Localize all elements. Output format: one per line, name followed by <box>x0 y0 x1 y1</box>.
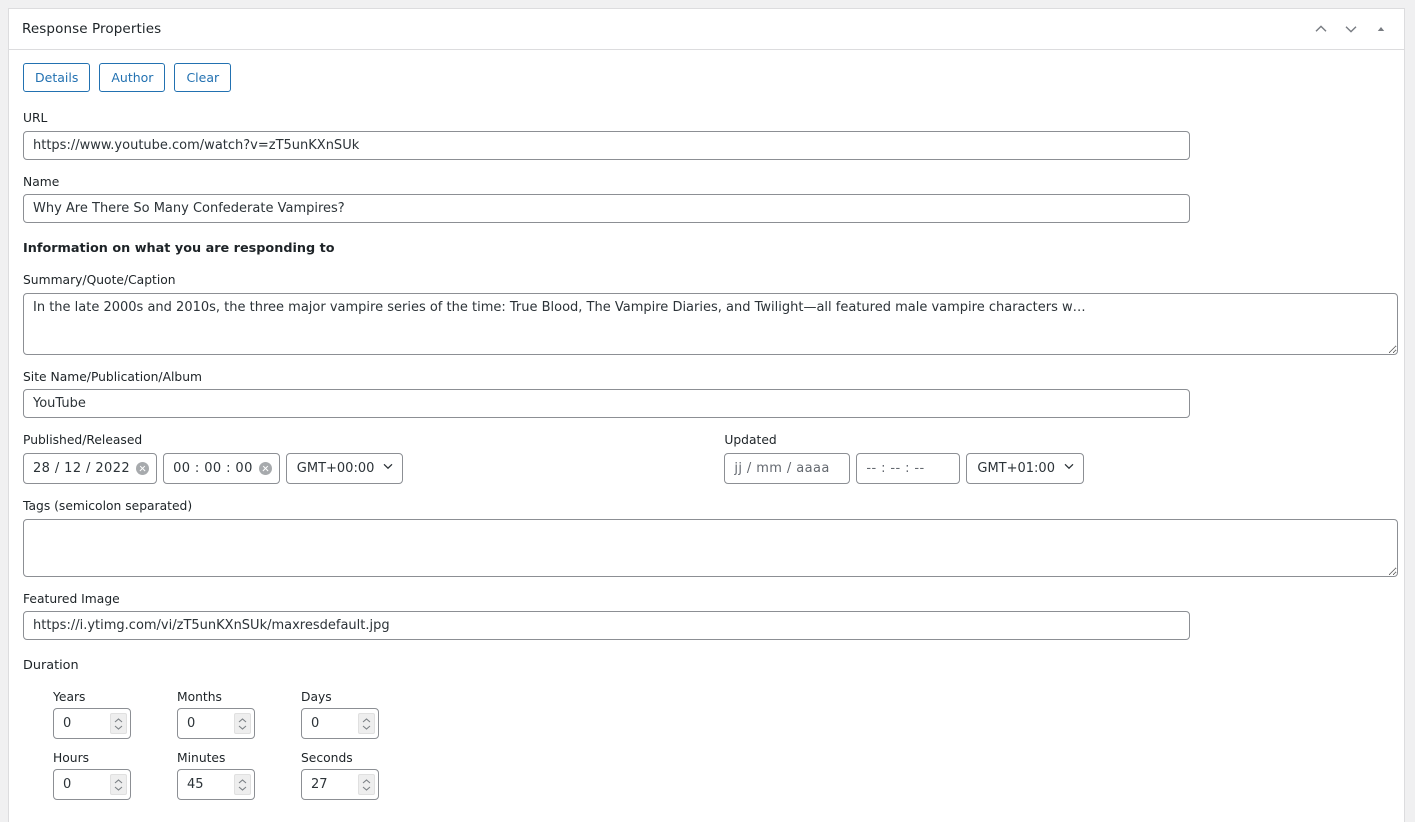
months-label: Months <box>177 690 222 705</box>
name-label: Name <box>23 174 60 189</box>
duration-hours-cell: Hours 0 <box>53 751 177 801</box>
seconds-stepper[interactable]: 27 <box>301 769 379 801</box>
chevron-down-icon <box>1343 21 1359 37</box>
collapse-triangle-icon <box>1374 22 1388 36</box>
url-input[interactable] <box>23 130 1190 160</box>
featured-image-field-group: Featured Image <box>23 591 1390 641</box>
days-spinner-arrows-icon[interactable] <box>358 713 375 735</box>
years-label: Years <box>53 690 86 705</box>
months-spinner-arrows-icon[interactable] <box>234 713 251 735</box>
summary-textarea[interactable] <box>23 292 1398 355</box>
clear-published-date-icon[interactable] <box>136 461 150 475</box>
duration-seconds-cell: Seconds 27 <box>301 751 425 801</box>
published-time-input[interactable]: 00 : 00 : 00 <box>163 452 280 484</box>
updated-label: Updated <box>724 433 777 448</box>
published-time-value: 00 : 00 : 00 <box>173 460 253 476</box>
seconds-label: Seconds <box>301 751 353 766</box>
minutes-value: 45 <box>187 777 204 793</box>
move-up-button[interactable] <box>1306 14 1336 44</box>
minutes-stepper[interactable]: 45 <box>177 769 255 801</box>
published-inputs: 28 / 12 / 2022 00 : 00 : 00 GMT+00:00 <box>23 452 404 484</box>
summary-label: Summary/Quote/Caption <box>23 273 176 288</box>
name-input[interactable] <box>23 194 1190 224</box>
summary-field-group: Summary/Quote/Caption <box>23 272 1398 355</box>
duration-row-2: Hours 0 Minutes 45 Seconds 27 <box>53 751 1390 801</box>
tags-field-group: Tags (semicolon separated) <box>23 498 1398 577</box>
updated-timezone-value: GMT+01:00 <box>977 460 1055 476</box>
published-label: Published/Released <box>23 433 143 448</box>
years-spinner-arrows-icon[interactable] <box>110 713 127 735</box>
minutes-spinner-arrows-icon[interactable] <box>234 774 251 796</box>
updated-group: Updated jj / mm / aaaa -- : -- : -- GMT+… <box>724 432 1084 484</box>
days-value: 0 <box>311 716 320 732</box>
url-label: URL <box>23 111 48 125</box>
years-stepper[interactable]: 0 <box>53 708 131 740</box>
updated-timezone-select[interactable]: GMT+01:00 <box>966 452 1084 484</box>
updated-date-value: jj / mm / aaaa <box>734 460 830 476</box>
chevron-down-icon <box>1063 460 1075 476</box>
duration-grid: Years 0 Months 0 Days 0 Hours 0 Minutes … <box>53 690 1390 801</box>
panel-body: Details Author Clear URL Name Informatio… <box>9 50 1404 822</box>
dates-row: Published/Released 28 / 12 / 2022 00 : 0… <box>23 432 1390 484</box>
url-field-group: URL <box>23 110 1390 160</box>
details-button[interactable]: Details <box>23 63 91 92</box>
toolbar: Details Author Clear <box>23 63 1390 92</box>
site-name-label: Site Name/Publication/Album <box>23 369 202 384</box>
collapse-panel-button[interactable] <box>1366 14 1396 44</box>
months-stepper[interactable]: 0 <box>177 708 255 740</box>
site-name-input[interactable] <box>23 389 1190 419</box>
duration-years-cell: Years 0 <box>53 690 177 740</box>
duration-row-1: Years 0 Months 0 Days 0 <box>53 690 1390 740</box>
featured-image-input[interactable] <box>23 611 1190 641</box>
seconds-value: 27 <box>311 777 328 793</box>
duration-days-cell: Days 0 <box>301 690 425 740</box>
responding-to-heading: Information on what you are responding t… <box>23 241 335 257</box>
panel-header: Response Properties <box>9 9 1404 50</box>
featured-image-label: Featured Image <box>23 591 120 606</box>
minutes-label: Minutes <box>177 751 226 766</box>
chevron-down-icon <box>382 460 394 476</box>
tags-label: Tags (semicolon separated) <box>23 498 193 513</box>
hours-stepper[interactable]: 0 <box>53 769 131 801</box>
hours-spinner-arrows-icon[interactable] <box>110 774 127 796</box>
duration-heading: Duration <box>23 658 79 674</box>
published-timezone-value: GMT+00:00 <box>296 460 375 476</box>
updated-time-value: -- : -- : -- <box>866 460 925 476</box>
clear-button[interactable]: Clear <box>174 63 232 92</box>
published-date-input[interactable]: 28 / 12 / 2022 <box>23 452 158 484</box>
clear-published-time-icon[interactable] <box>258 461 272 475</box>
months-value: 0 <box>187 716 196 732</box>
move-down-button[interactable] <box>1336 14 1366 44</box>
name-field-group: Name <box>23 174 1390 224</box>
years-value: 0 <box>63 716 72 732</box>
updated-time-input[interactable]: -- : -- : -- <box>856 452 961 484</box>
days-label: Days <box>301 690 332 705</box>
seconds-spinner-arrows-icon[interactable] <box>358 774 375 796</box>
published-timezone-select[interactable]: GMT+00:00 <box>285 452 404 484</box>
published-date-value: 28 / 12 / 2022 <box>33 460 131 476</box>
duration-months-cell: Months 0 <box>177 690 301 740</box>
site-name-field-group: Site Name/Publication/Album <box>23 369 1390 419</box>
updated-date-input[interactable]: jj / mm / aaaa <box>724 452 851 484</box>
duration-minutes-cell: Minutes 45 <box>177 751 301 801</box>
page-title: Response Properties <box>22 21 162 37</box>
hours-value: 0 <box>63 777 72 793</box>
response-properties-panel: Response Properties Details Author Clear… <box>8 8 1405 822</box>
tags-textarea[interactable] <box>23 518 1398 577</box>
updated-inputs: jj / mm / aaaa -- : -- : -- GMT+01:00 <box>724 452 1084 484</box>
author-button[interactable]: Author <box>99 63 166 92</box>
chevron-up-icon <box>1313 21 1329 37</box>
hours-label: Hours <box>53 751 90 766</box>
panel-header-actions <box>1306 14 1396 44</box>
days-stepper[interactable]: 0 <box>301 708 379 740</box>
published-group: Published/Released 28 / 12 / 2022 00 : 0… <box>23 432 404 484</box>
